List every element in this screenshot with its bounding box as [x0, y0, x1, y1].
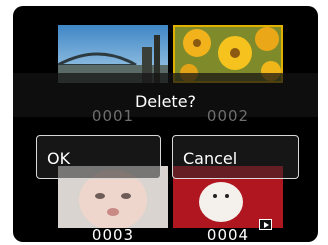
camera-screen: 0001 0002 Delete? OK Cancel 0003 0004: [0, 0, 328, 245]
cancel-button[interactable]: Cancel: [172, 135, 299, 179]
thumbnail-number-0003: 0003: [91, 226, 135, 242]
thumbnail-number-0004: 0004: [206, 226, 250, 242]
ok-button[interactable]: OK: [36, 135, 161, 179]
playback-display: 0001 0002 Delete? OK Cancel 0003 0004: [13, 6, 318, 242]
delete-prompt: Delete?: [134, 92, 197, 111]
